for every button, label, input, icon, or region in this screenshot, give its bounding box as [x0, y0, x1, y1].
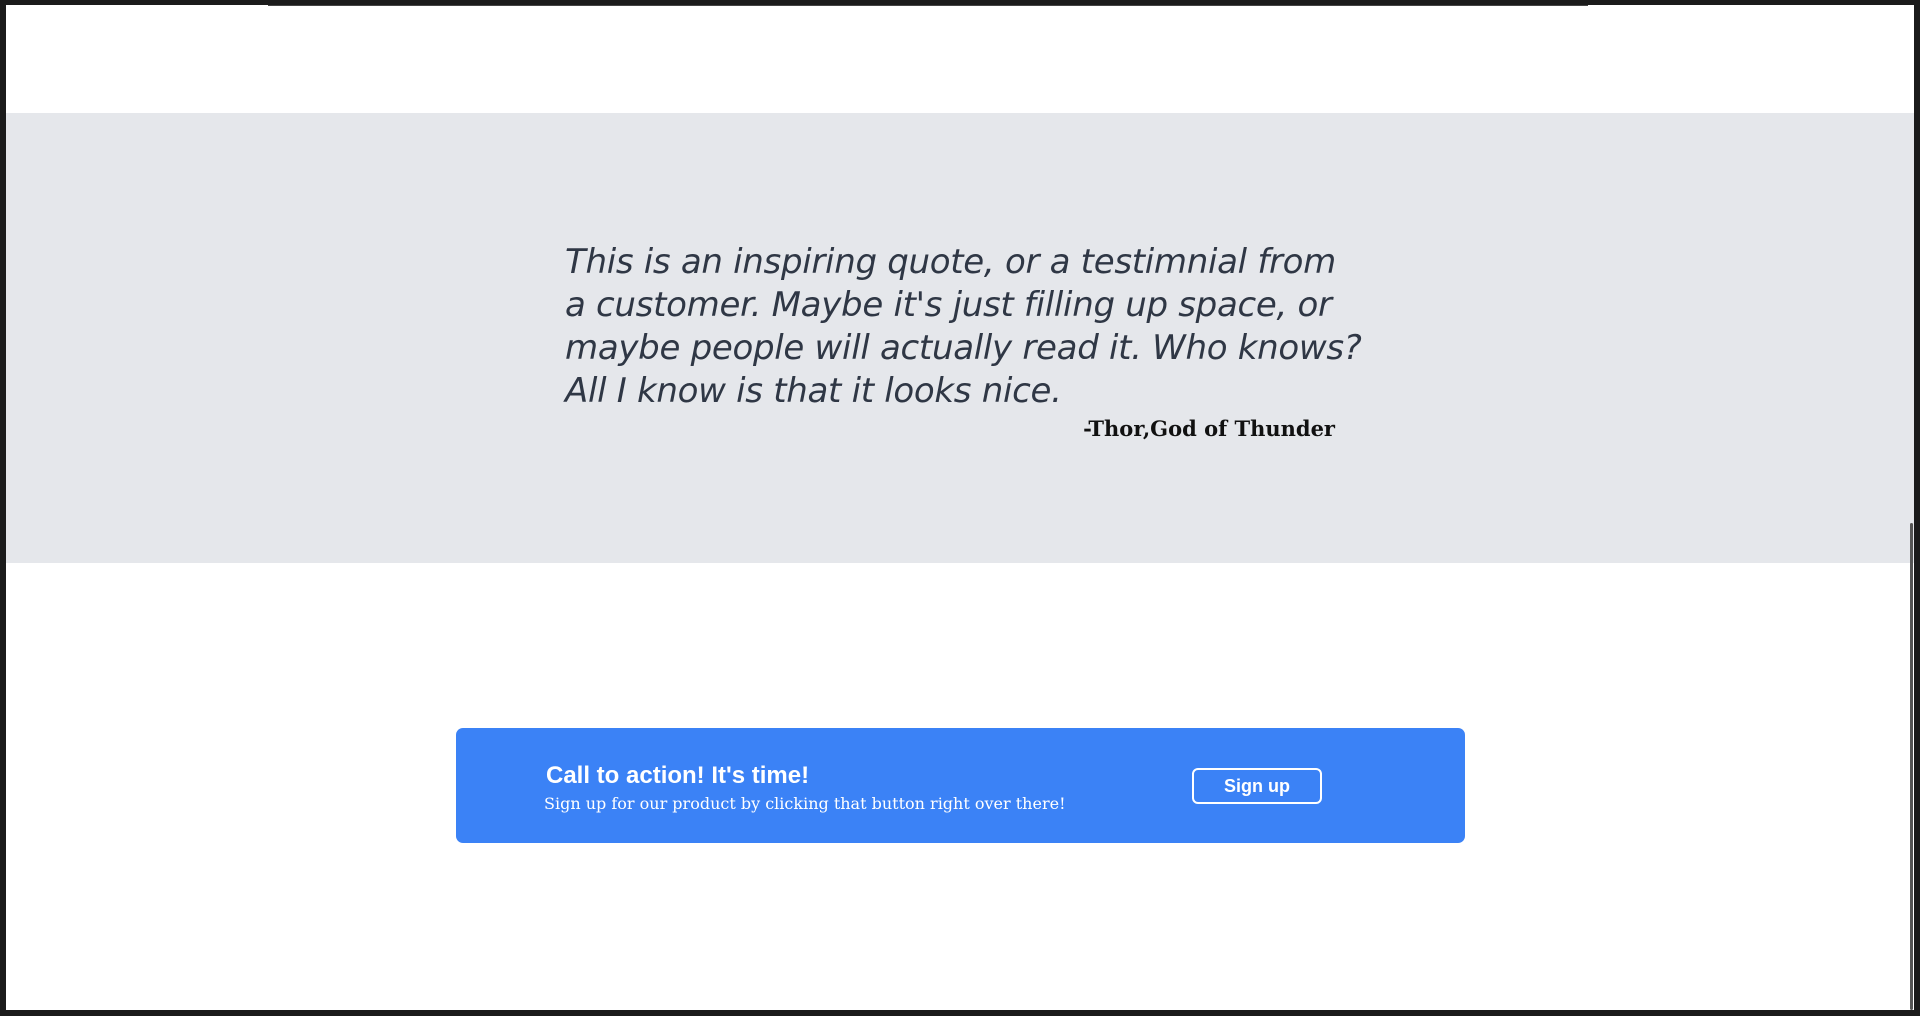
- cta-title: Call to action! It's time!: [546, 762, 810, 789]
- top-edge-divider: [268, 5, 1588, 6]
- sign-up-button[interactable]: Sign up: [1192, 768, 1322, 804]
- call-to-action-banner: Call to action! It's time! Sign up for o…: [456, 728, 1465, 843]
- testimonial-quote: This is an inspiring quote, or a testimn…: [565, 242, 1362, 411]
- testimonial-section: This is an inspiring quote, or a testimn…: [6, 113, 1914, 563]
- cta-subtitle: Sign up for our product by clicking that…: [544, 794, 1066, 813]
- scrollbar-thumb[interactable]: [1910, 523, 1913, 1010]
- testimonial-author: -Thor,God of Thunder: [1083, 416, 1335, 441]
- vertical-scrollbar[interactable]: [1906, 5, 1914, 1010]
- browser-viewport: This is an inspiring quote, or a testimn…: [6, 5, 1914, 1010]
